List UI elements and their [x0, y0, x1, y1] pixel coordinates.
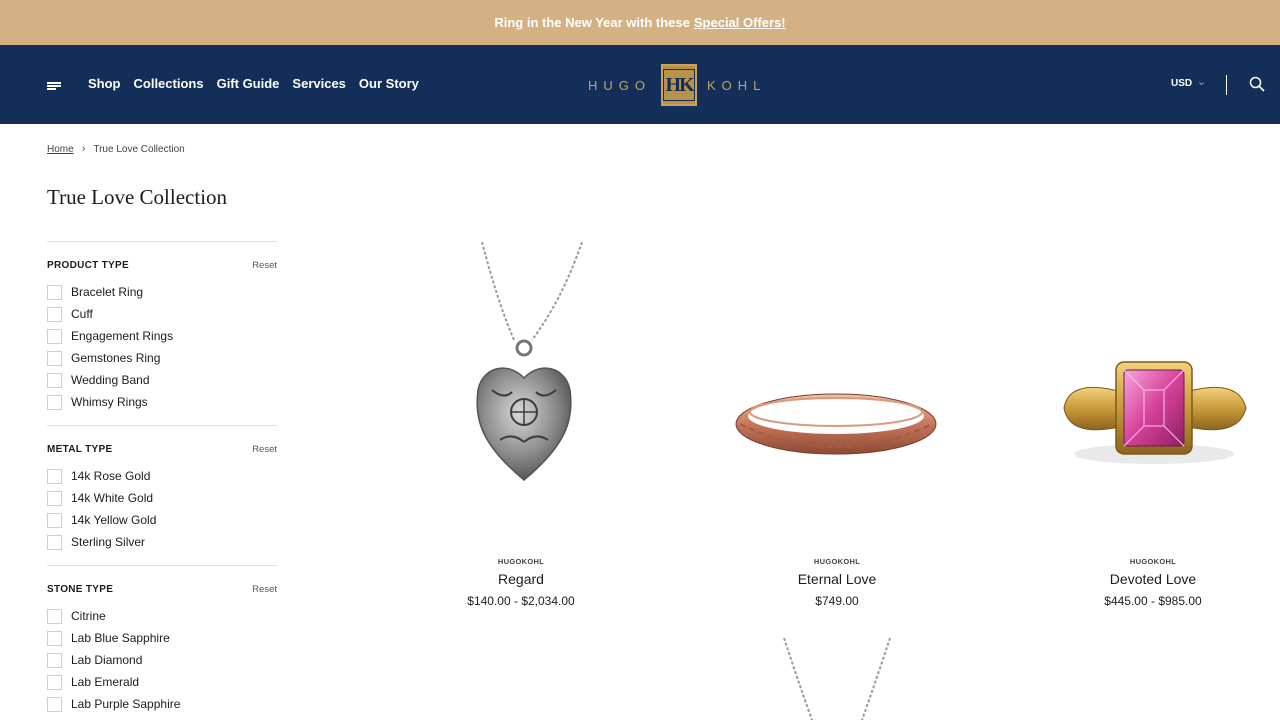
special-offers-link[interactable]: Special Offers! — [694, 15, 786, 30]
filter-group-product-type: PRODUCT TYPE Reset Bracelet Ring Cuff En… — [47, 241, 277, 425]
logo-word-left: HUGO — [588, 77, 651, 93]
filter-option-label: Lab Purple Sapphire — [71, 697, 181, 711]
filter-reset-button[interactable]: Reset — [252, 584, 277, 595]
filter-option[interactable]: Gemstones Ring — [47, 347, 277, 369]
nav-gift-guide[interactable]: Gift Guide — [217, 76, 280, 91]
checkbox[interactable] — [47, 630, 62, 646]
breadcrumb-home[interactable]: Home — [47, 144, 74, 155]
breadcrumb: Home › True Love Collection — [47, 143, 185, 155]
filter-option-label: Engagement Rings — [71, 329, 174, 343]
filter-title: STONE TYPE — [47, 584, 114, 595]
logo-monogram-text: HK — [663, 69, 695, 101]
filter-option[interactable]: Citrine — [47, 605, 277, 627]
filter-option[interactable]: 14k White Gold — [47, 487, 277, 509]
checkbox[interactable] — [47, 652, 62, 668]
filter-option-label: Cuff — [71, 307, 93, 321]
chevron-right-icon: › — [81, 143, 86, 155]
filter-group-stone-type: STONE TYPE Reset Citrine Lab Blue Sapphi… — [47, 565, 277, 720]
filter-option-label: 14k White Gold — [71, 491, 154, 505]
filter-option[interactable]: Bracelet Ring — [47, 281, 277, 303]
filter-sidebar: PRODUCT TYPE Reset Bracelet Ring Cuff En… — [47, 241, 277, 720]
filter-option-label: Lab Emerald — [71, 675, 140, 689]
filter-option[interactable]: Sterling Silver — [47, 531, 277, 553]
breadcrumb-current: True Love Collection — [93, 143, 185, 155]
product-price: $749.00 — [815, 594, 859, 608]
product-brand: HUGOKOHL — [813, 557, 861, 566]
nav-shop[interactable]: Shop — [88, 76, 121, 91]
product-name[interactable]: Regard — [362, 571, 680, 587]
filter-option-label: 14k Rose Gold — [71, 469, 151, 483]
filter-option-label: Bracelet Ring — [71, 285, 144, 299]
product-image-partial-pendant[interactable] — [762, 638, 922, 720]
logo-monogram: HK — [661, 64, 697, 106]
product-image-rose-gold-band[interactable] — [678, 240, 996, 530]
checkbox[interactable] — [47, 372, 62, 388]
header-divider — [1226, 75, 1227, 95]
filter-reset-button[interactable]: Reset — [252, 260, 277, 271]
filter-option[interactable]: Wedding Band — [47, 369, 277, 391]
filter-option[interactable]: Lab Purple Sapphire — [47, 693, 277, 715]
checkbox[interactable] — [47, 350, 62, 366]
product-image-heart-pendant[interactable] — [362, 240, 680, 530]
checkbox[interactable] — [47, 696, 62, 712]
product-price: $140.00 - $2,034.00 — [467, 594, 575, 608]
site-logo[interactable]: HUGO HK KOHL — [588, 64, 766, 106]
filter-option-label: Lab Blue Sapphire — [71, 631, 170, 645]
product-name[interactable]: Eternal Love — [678, 571, 996, 587]
filter-option[interactable]: Engagement Rings — [47, 325, 277, 347]
checkbox[interactable] — [47, 328, 62, 344]
page-title: True Love Collection — [47, 185, 228, 209]
product-brand: HUGOKOHL — [497, 557, 545, 566]
filter-option[interactable]: 14k Rose Gold — [47, 465, 277, 487]
checkbox[interactable] — [47, 674, 62, 690]
checkbox[interactable] — [47, 512, 62, 528]
filter-option[interactable]: Cuff — [47, 303, 277, 325]
filter-option-label: Whimsy Rings — [71, 395, 148, 409]
currency-label: USD — [1171, 78, 1193, 89]
filter-group-metal-type: METAL TYPE Reset 14k Rose Gold 14k White… — [47, 425, 277, 565]
filter-option[interactable]: 14k Yellow Gold — [47, 509, 277, 531]
filter-option-label: 14k Yellow Gold — [71, 513, 157, 527]
product-price: $445.00 - $985.00 — [1104, 594, 1202, 608]
chevron-down-icon — [1199, 82, 1205, 86]
filter-option-label: Sterling Silver — [71, 535, 146, 549]
filter-title: METAL TYPE — [47, 444, 113, 455]
product-brand: HUGOKOHL — [1129, 557, 1177, 566]
currency-selector[interactable]: USD — [1171, 78, 1205, 89]
checkbox[interactable] — [47, 306, 62, 322]
announcement-text: Ring in the New Year with these — [494, 15, 690, 30]
filter-option[interactable]: Lab Emerald — [47, 671, 277, 693]
nav-our-story[interactable]: Our Story — [359, 76, 419, 91]
site-header: Shop Collections Gift Guide Services Our… — [0, 45, 1280, 124]
nav-collections[interactable]: Collections — [134, 76, 204, 91]
checkbox[interactable] — [47, 468, 62, 484]
announcement-bar: Ring in the New Year with these Special … — [0, 0, 1280, 45]
main-nav: Shop Collections Gift Guide Services Our… — [88, 76, 419, 91]
logo-word-right: KOHL — [707, 77, 767, 93]
filter-option[interactable]: Lab Blue Sapphire — [47, 627, 277, 649]
filter-option-label: Lab Diamond — [71, 653, 143, 667]
filter-reset-button[interactable]: Reset — [252, 444, 277, 455]
checkbox[interactable] — [47, 534, 62, 550]
product-name[interactable]: Devoted Love — [994, 571, 1280, 587]
product-image-pink-gem-ring[interactable] — [994, 240, 1280, 530]
checkbox[interactable] — [47, 284, 62, 300]
filter-title: PRODUCT TYPE — [47, 260, 129, 271]
nav-services[interactable]: Services — [292, 76, 346, 91]
filter-option[interactable]: Whimsy Rings — [47, 391, 277, 413]
menu-icon[interactable] — [47, 82, 61, 90]
checkbox[interactable] — [47, 608, 62, 624]
checkbox[interactable] — [47, 490, 62, 506]
checkbox[interactable] — [47, 394, 62, 410]
search-icon[interactable] — [1249, 76, 1265, 92]
filter-option-label: Gemstones Ring — [71, 351, 161, 365]
filter-option-label: Wedding Band — [71, 373, 150, 387]
filter-option-label: Citrine — [71, 609, 106, 623]
filter-option[interactable]: Lab Diamond — [47, 649, 277, 671]
